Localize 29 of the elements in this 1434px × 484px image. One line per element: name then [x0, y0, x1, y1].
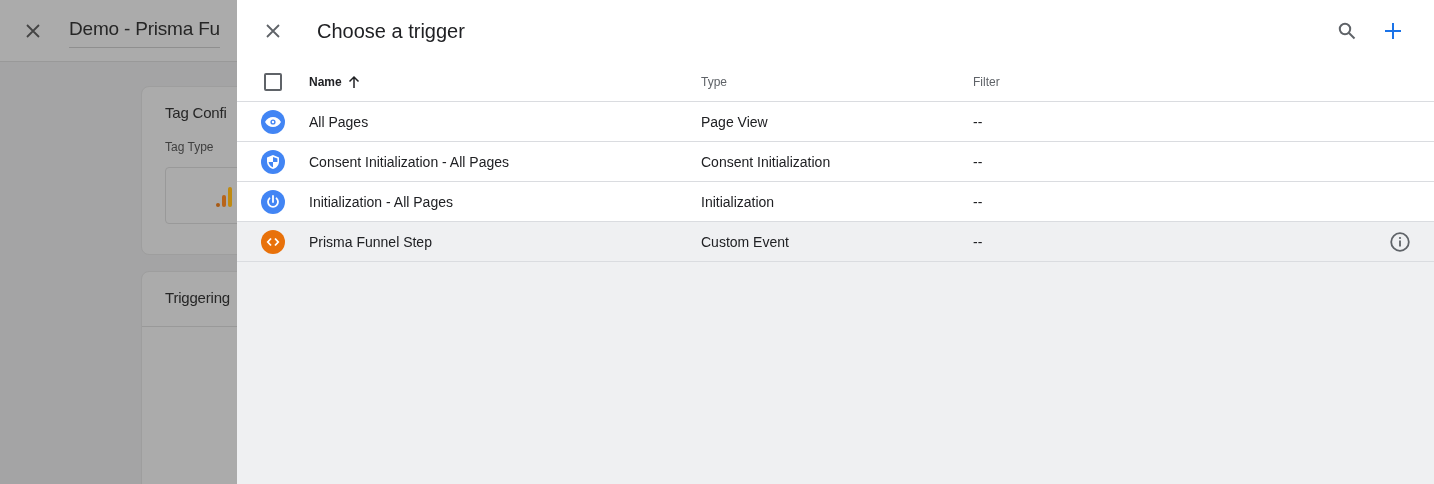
column-header[interactable]: Filter [973, 74, 1000, 89]
sort-arrow-icon[interactable] [347, 74, 360, 89]
column-header[interactable]: Type [701, 74, 727, 89]
trigger-name: Consent Initialization - All Pages [309, 153, 510, 170]
column-header[interactable]: Name [309, 74, 342, 89]
close-icon[interactable] [25, 22, 41, 39]
trigger-name: All Pages [309, 113, 370, 130]
trigger-type: Consent Initialization [701, 153, 832, 170]
field-label: Tag Type [165, 140, 215, 154]
trigger-row[interactable]: Consent Initialization - All Pages Consent Initialization -- [237, 142, 1434, 182]
card-title: Triggering [165, 289, 231, 306]
trigger-type: Custom Event [701, 233, 790, 250]
trigger-name: Initialization - All Pages [309, 193, 454, 210]
panel-title: Choose a trigger [317, 19, 466, 43]
add-icon[interactable] [1385, 23, 1401, 39]
select-all-checkbox[interactable] [264, 72, 282, 91]
search-icon[interactable] [1338, 22, 1356, 40]
info-icon[interactable] [1390, 231, 1410, 252]
trigger-filter: -- [973, 233, 984, 250]
trigger-filter: -- [973, 113, 984, 130]
close-icon[interactable] [265, 23, 281, 39]
card-title: Tag Confi [165, 104, 228, 121]
trigger-name: Prisma Funnel Step [309, 233, 433, 250]
trigger-row[interactable]: All Pages Page View -- [237, 102, 1434, 142]
trigger-type: Page View [701, 113, 769, 130]
trigger-filter: -- [973, 153, 984, 170]
trigger-filter: -- [973, 193, 984, 210]
trigger-row[interactable]: Initialization - All Pages Initialization -- [237, 182, 1434, 222]
trigger-type: Initialization [701, 193, 776, 210]
